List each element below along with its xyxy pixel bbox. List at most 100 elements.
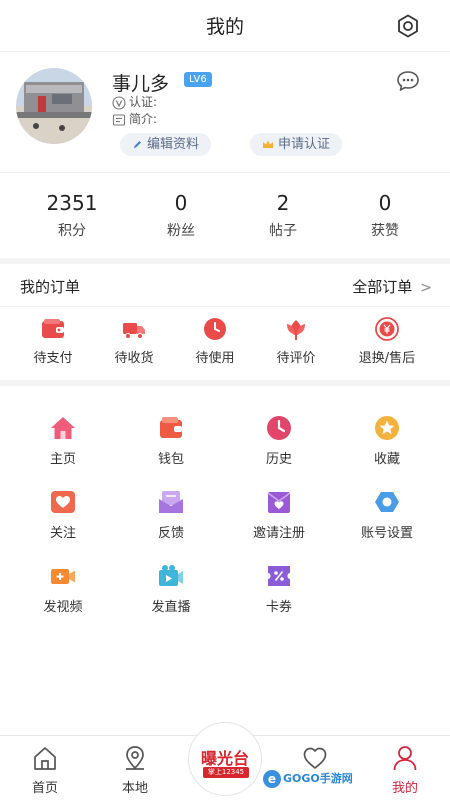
grid-label: 钱包 bbox=[157, 452, 184, 467]
chat-bubble-icon[interactable] bbox=[396, 70, 420, 92]
divider bbox=[0, 172, 450, 173]
nav-mine[interactable]: 我的 bbox=[365, 744, 445, 796]
nav-label: 本地 bbox=[121, 781, 148, 796]
heart-icon bbox=[51, 491, 75, 513]
clock-icon bbox=[267, 416, 291, 440]
video-icon bbox=[51, 569, 75, 584]
grid-coupons[interactable]: 卡券 bbox=[229, 562, 329, 615]
stat-value: 2351 bbox=[46, 191, 98, 215]
avatar[interactable] bbox=[16, 68, 92, 144]
settings-icon bbox=[375, 492, 399, 512]
grid-label: 账号设置 bbox=[360, 526, 413, 541]
watermark-logo-icon: e bbox=[263, 770, 281, 788]
intro-row: 简介: bbox=[112, 111, 157, 127]
grid-account-settings[interactable]: 账号设置 bbox=[337, 488, 437, 541]
home-icon bbox=[51, 417, 75, 439]
order-label: 退换/售后 bbox=[358, 351, 416, 366]
page-title: 我的 bbox=[205, 16, 244, 38]
flower-icon bbox=[287, 320, 305, 340]
location-icon bbox=[126, 746, 144, 770]
apply-certification-button[interactable]: 申请认证 bbox=[250, 133, 343, 156]
grid-label: 邀请注册 bbox=[252, 526, 305, 541]
auth-label: 认证: bbox=[129, 95, 158, 109]
order-label: 待使用 bbox=[195, 351, 235, 366]
auth-row: 认证: bbox=[112, 94, 157, 110]
home-outline-icon bbox=[34, 747, 56, 770]
grid-favorites[interactable]: 收藏 bbox=[337, 414, 437, 467]
stat-value: 0 bbox=[378, 191, 392, 215]
orders-row: 待支付 待收货 待使用 待评价 退换/售后 bbox=[0, 316, 450, 376]
order-pending-review[interactable]: 待评价 bbox=[251, 316, 341, 366]
grid-home[interactable]: 主页 bbox=[13, 414, 113, 467]
grid-label: 发直播 bbox=[151, 600, 191, 615]
grid-label: 主页 bbox=[49, 452, 76, 467]
profile-card: 事儿多 LV6 认证: 简介: 编辑资料 申请认证 bbox=[0, 52, 450, 172]
grid-post-video[interactable]: 发视频 bbox=[13, 562, 113, 615]
orders-header: 我的订单 全部订单 > bbox=[0, 268, 450, 306]
stat-value: 2 bbox=[276, 191, 290, 215]
grid-label: 反馈 bbox=[157, 526, 184, 541]
clock-icon bbox=[204, 318, 226, 340]
grid-feedback[interactable]: 反馈 bbox=[121, 488, 221, 541]
wallet-icon bbox=[160, 417, 182, 438]
grid-history[interactable]: 历史 bbox=[229, 414, 329, 467]
nav-local[interactable]: 本地 bbox=[95, 744, 175, 796]
mail-icon bbox=[159, 491, 183, 513]
pencil-icon bbox=[134, 141, 141, 148]
grid-label: 收藏 bbox=[373, 452, 400, 467]
stat-label: 帖子 bbox=[269, 223, 297, 239]
section-separator bbox=[0, 258, 450, 264]
stat-fans[interactable]: 0 粉丝 bbox=[125, 190, 237, 240]
center-logo-button[interactable]: 曝光台 掌上12345 bbox=[188, 722, 262, 796]
live-icon bbox=[159, 565, 183, 586]
stats-row: 2351 积分 0 粉丝 2 帖子 0 获赞 bbox=[0, 180, 450, 260]
stat-label: 获赞 bbox=[371, 223, 399, 239]
watermark: e GOGO手游网 bbox=[263, 768, 353, 790]
top-bar: 我的 bbox=[0, 0, 450, 52]
verified-icon bbox=[112, 95, 126, 110]
all-orders-label: 全部订单 bbox=[352, 278, 413, 296]
order-pending-payment[interactable]: 待支付 bbox=[8, 316, 98, 366]
stat-value: 0 bbox=[174, 191, 188, 215]
invite-icon bbox=[267, 492, 291, 513]
level-badge: LV6 bbox=[184, 72, 212, 87]
order-label: 待评价 bbox=[276, 351, 316, 366]
order-label: 待收货 bbox=[114, 351, 154, 366]
coupon-icon bbox=[268, 566, 290, 586]
crown-icon bbox=[263, 140, 273, 148]
grid-follow[interactable]: 关注 bbox=[13, 488, 113, 541]
edit-profile-label: 编辑资料 bbox=[147, 137, 200, 152]
grid-go-live[interactable]: 发直播 bbox=[121, 562, 221, 615]
wallet-icon bbox=[42, 319, 64, 338]
grid-label: 历史 bbox=[265, 452, 292, 467]
order-label: 待支付 bbox=[33, 351, 73, 366]
edit-profile-button[interactable]: 编辑资料 bbox=[120, 133, 212, 156]
star-icon bbox=[375, 416, 399, 440]
grid-label: 发视频 bbox=[43, 600, 83, 615]
stat-points[interactable]: 2351 积分 bbox=[16, 190, 128, 240]
stat-label: 积分 bbox=[58, 223, 86, 239]
center-logo-subtext: 掌上12345 bbox=[203, 767, 249, 778]
grid-invite[interactable]: 邀请注册 bbox=[229, 488, 329, 541]
gear-icon[interactable] bbox=[396, 14, 420, 38]
truck-icon bbox=[123, 323, 145, 339]
divider bbox=[0, 306, 450, 307]
stat-likes[interactable]: 0 获赞 bbox=[329, 190, 441, 240]
yen-refund-icon bbox=[375, 317, 399, 341]
username: 事儿多 bbox=[112, 73, 170, 95]
order-pending-use[interactable]: 待使用 bbox=[170, 316, 260, 366]
section-separator bbox=[0, 380, 450, 386]
nav-home[interactable]: 首页 bbox=[5, 744, 85, 796]
grid-label: 关注 bbox=[49, 526, 76, 541]
stat-posts[interactable]: 2 帖子 bbox=[227, 190, 339, 240]
intro-label: 简介: bbox=[129, 112, 158, 126]
stat-label: 粉丝 bbox=[167, 223, 195, 239]
grid-label: 卡券 bbox=[265, 600, 292, 615]
all-orders-link[interactable]: 全部订单 > bbox=[352, 276, 432, 297]
order-refund-aftersale[interactable]: 退换/售后 bbox=[342, 316, 432, 366]
nav-label: 首页 bbox=[31, 781, 58, 796]
center-logo-text: 曝光台 bbox=[200, 749, 249, 768]
order-pending-receipt[interactable]: 待收货 bbox=[89, 316, 179, 366]
grid-wallet[interactable]: 钱包 bbox=[121, 414, 221, 467]
nav-label: 我的 bbox=[391, 781, 418, 796]
